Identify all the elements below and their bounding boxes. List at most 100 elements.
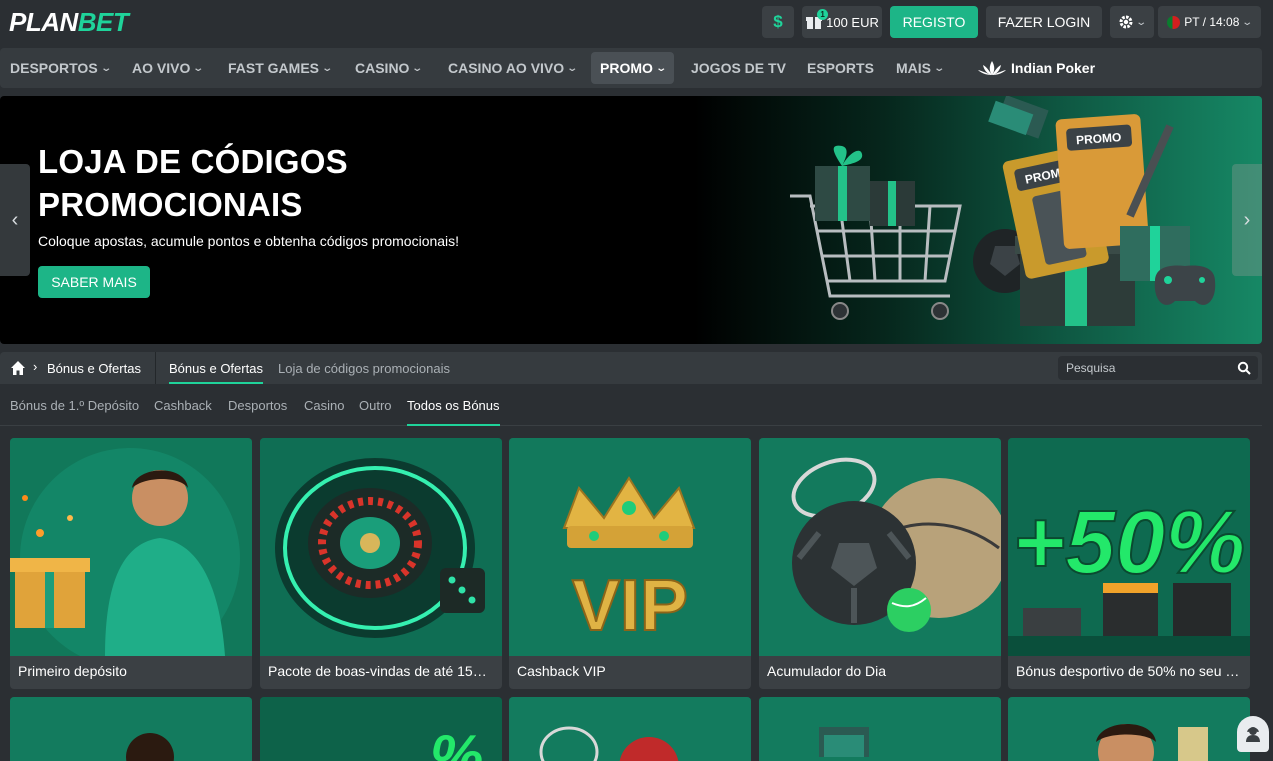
card-image-50-percent: +50% xyxy=(1008,438,1250,656)
nav-label: FAST GAMES xyxy=(228,60,320,76)
search-input[interactable] xyxy=(1058,361,1228,375)
card-title: Pacote de boas-vindas de até 1500 EUR xyxy=(268,663,494,679)
card-image xyxy=(509,697,751,761)
support-chat-button[interactable] xyxy=(1237,716,1269,752)
nav-item-casino-ao-vivo[interactable]: CASINO AO VIVO ⌄ xyxy=(439,52,586,84)
chevron-right-icon: › xyxy=(1243,208,1251,231)
card-image-player-gift xyxy=(10,438,252,656)
settings-button[interactable]: ⌄ xyxy=(1110,6,1154,38)
breadcrumb-current[interactable]: Bónus e Ofertas xyxy=(47,361,141,376)
breadcrumb: › Bónus e Ofertas Bónus e Ofertas Loja d… xyxy=(0,352,1262,384)
chevron-down-icon: ⌄ xyxy=(99,62,112,74)
bonus-card-row2-1[interactable] xyxy=(10,697,252,761)
filter-todos-os-bonus[interactable]: Todos os Bónus xyxy=(407,398,500,426)
chevron-down-icon: ⌄ xyxy=(655,62,667,74)
bonus-card-row2-5[interactable] xyxy=(1008,697,1250,761)
svg-text:%: % xyxy=(430,723,483,761)
nav-label: DESPORTOS xyxy=(10,60,98,76)
bonus-card-50-percent[interactable]: +50% Bónus desportivo de 50% no seu depó… xyxy=(1008,438,1250,689)
chevron-down-icon: ⌄ xyxy=(411,62,424,74)
logo-plan-text: PLAN xyxy=(9,7,78,37)
gift-icon: 1 xyxy=(805,9,829,30)
banner-subtitle: Coloque apostas, acumule pontos e obtenh… xyxy=(38,233,460,249)
banner-illustration: PROMO PROMO xyxy=(790,96,1216,326)
deposit-button[interactable]: $ xyxy=(762,6,794,38)
chevron-down-icon: ⌄ xyxy=(1135,16,1148,28)
bonus-card-acumulador-do-dia[interactable]: Acumulador do Dia xyxy=(759,438,1001,689)
card-image xyxy=(10,697,252,761)
vip-text: VIP xyxy=(572,566,688,646)
card-image: % xyxy=(260,697,502,761)
nav-item-fast-games[interactable]: FAST GAMES ⌄ xyxy=(219,52,340,84)
nav-item-casino[interactable]: CASINO ⌄ xyxy=(346,52,431,84)
chevron-down-icon: ⌄ xyxy=(933,62,946,74)
bonus-card-row2-2[interactable]: % xyxy=(260,697,502,761)
support-agent-icon xyxy=(1246,727,1260,742)
card-title: Primeiro depósito xyxy=(18,663,127,679)
nav-label: AO VIVO xyxy=(132,60,191,76)
nav-item-esports[interactable]: ESPORTS xyxy=(798,52,883,84)
search-icon[interactable] xyxy=(1237,361,1251,375)
card-image-roulette xyxy=(260,438,502,656)
register-button[interactable]: REGISTO xyxy=(890,6,978,38)
card-title: Acumulador do Dia xyxy=(767,663,887,679)
search-box[interactable] xyxy=(1058,356,1258,380)
chevron-down-icon: ⌄ xyxy=(321,62,334,74)
bonus-card-primeiro-deposito[interactable]: Primeiro depósito xyxy=(10,438,252,689)
banner-title: LOJA DE CÓDIGOS PROMOCIONAIS xyxy=(38,143,348,223)
filter-desportos[interactable]: Desportos xyxy=(228,398,287,426)
logo-bet-text: BET xyxy=(77,7,129,37)
tab-loja-codigos[interactable]: Loja de códigos promocionais xyxy=(278,361,450,384)
nav-item-ao-vivo[interactable]: AO VIVO ⌄ xyxy=(123,52,212,84)
bonus-filter-bar: Bónus de 1.º Depósito Cashback Desportos… xyxy=(0,384,1262,426)
nav-item-mais[interactable]: MAIS ⌄ xyxy=(887,52,952,84)
bonus-card-cashback-vip[interactable]: VIP Cashback VIP xyxy=(509,438,751,689)
lotus-icon xyxy=(978,61,1006,75)
bonus-card-row2-4[interactable] xyxy=(759,697,1001,761)
chevron-right-icon: › xyxy=(33,359,38,374)
divider xyxy=(155,352,156,384)
nav-label: MAIS xyxy=(896,60,931,76)
language-time-label: PT / 14:08 xyxy=(1184,15,1240,29)
nav-item-desportos[interactable]: DESPORTOS ⌄ xyxy=(1,52,119,84)
learn-more-button[interactable]: SABER MAIS xyxy=(38,266,150,298)
top-header: PLAN BET $ 1 100 EUR REGISTO FAZER LOGIN … xyxy=(0,0,1273,44)
filter-primeiro-deposito[interactable]: Bónus de 1.º Depósito xyxy=(10,398,139,426)
home-icon[interactable] xyxy=(10,360,26,376)
bonus-balance-button[interactable]: 1 100 EUR xyxy=(802,6,882,38)
nav-item-promo[interactable]: PROMO ⌄ xyxy=(591,52,675,84)
nav-label: ESPORTS xyxy=(807,60,874,76)
login-button[interactable]: FAZER LOGIN xyxy=(986,6,1102,38)
chevron-left-icon: ‹ xyxy=(11,208,19,231)
chevron-down-icon: ⌄ xyxy=(1241,16,1254,28)
banner-prev-button[interactable]: ‹ xyxy=(0,164,30,276)
nav-item-indian-poker[interactable]: Indian Poker xyxy=(968,52,1104,84)
bonus-card-row2-3[interactable] xyxy=(509,697,751,761)
chevron-down-icon: ⌄ xyxy=(566,62,579,74)
balance-amount: 100 EUR xyxy=(826,14,879,30)
promo-banner[interactable]: LOJA DE CÓDIGOS PROMOCIONAIS Coloque apo… xyxy=(0,96,1262,344)
nav-label: PROMO xyxy=(600,60,653,76)
nav-label: Indian Poker xyxy=(1011,60,1096,76)
tab-bonus-e-ofertas[interactable]: Bónus e Ofertas xyxy=(169,361,263,384)
card-image-vip-crown: VIP xyxy=(509,438,751,656)
language-time-selector[interactable]: PT / 14:08 ⌄ xyxy=(1158,6,1261,38)
nav-item-jogos-de-tv[interactable]: JOGOS DE TV xyxy=(682,52,795,84)
filter-casino[interactable]: Casino xyxy=(304,398,344,426)
card-image-sports-balls xyxy=(759,438,1001,656)
card-title: Bónus desportivo de 50% no seu depósito xyxy=(1016,663,1242,679)
bonus-card-pacote-boas-vindas[interactable]: Pacote de boas-vindas de até 1500 EUR xyxy=(260,438,502,689)
chevron-down-icon: ⌄ xyxy=(192,62,205,74)
banner-next-button[interactable]: › xyxy=(1232,164,1262,276)
gear-icon xyxy=(1119,15,1133,29)
filter-cashback[interactable]: Cashback xyxy=(154,398,212,426)
fifty-percent-text: +50% xyxy=(1013,493,1246,593)
nav-label: CASINO xyxy=(355,60,410,76)
card-title: Cashback VIP xyxy=(517,663,606,679)
filter-outro[interactable]: Outro xyxy=(359,398,392,426)
main-nav: DESPORTOS ⌄ AO VIVO ⌄ FAST GAMES ⌄ CASINO ⌄ … xyxy=(0,48,1262,88)
card-image xyxy=(1008,697,1250,761)
planbet-logo[interactable]: PLAN BET xyxy=(9,7,129,37)
card-image xyxy=(759,697,1001,761)
dollar-icon: $ xyxy=(773,12,783,31)
